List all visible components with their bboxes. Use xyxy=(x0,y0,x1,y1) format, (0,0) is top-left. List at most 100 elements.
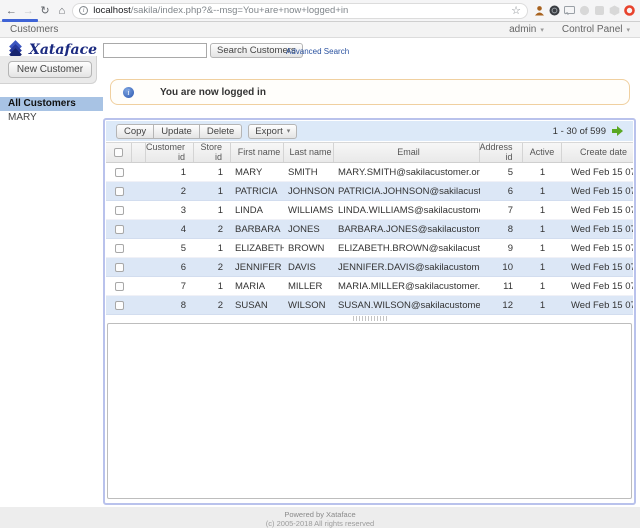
column-header-create-date[interactable]: Create date xyxy=(562,143,633,162)
cell-last-name: MILLER xyxy=(284,281,334,292)
table-row[interactable]: 8 2 SUSAN WILSON SUSAN.WILSON@sakilacust… xyxy=(106,296,633,315)
cell-create-date: Wed Feb 15 07:0 xyxy=(562,224,633,235)
cell-active: 1 xyxy=(523,262,562,273)
column-header-customer-id[interactable]: Customer id xyxy=(146,143,194,162)
dark-globe-extension-icon[interactable] xyxy=(549,5,560,16)
next-page-arrow[interactable] xyxy=(612,126,623,136)
cell-customer-id: 8 xyxy=(146,300,194,311)
url-text: localhost/sakila/index.php?&--msg=You+ar… xyxy=(93,5,507,16)
row-actions-group: Copy Update Delete xyxy=(116,124,242,139)
column-header-active[interactable]: Active xyxy=(523,143,562,162)
result-list-panel: Copy Update Delete Export ▾ 1 - 30 of 599… xyxy=(103,118,636,505)
red-ring-extension-icon[interactable] xyxy=(624,5,635,16)
table-row[interactable]: 7 1 MARIA MILLER MARIA.MILLER@sakilacust… xyxy=(106,277,633,296)
admin-menu[interactable]: admin xyxy=(509,24,536,35)
page-title: Customers xyxy=(10,24,58,35)
cell-store-id: 1 xyxy=(194,167,231,178)
cell-store-id: 2 xyxy=(194,224,231,235)
cell-customer-id: 5 xyxy=(146,243,194,254)
cell-customer-id: 3 xyxy=(146,205,194,216)
control-panel-caret-icon[interactable]: ▾ xyxy=(626,26,630,34)
table-header: Customer id Store id First name Last nam… xyxy=(106,142,633,163)
footer-powered-by: Powered by Xataface xyxy=(0,510,640,519)
back-icon[interactable]: ← xyxy=(5,3,18,19)
bookmark-star-icon[interactable]: ☆ xyxy=(511,4,521,17)
cell-create-date: Wed Feb 15 07:0 xyxy=(562,262,633,273)
cell-store-id: 2 xyxy=(194,262,231,273)
export-label: Export xyxy=(255,126,282,137)
row-checkbox[interactable] xyxy=(115,301,124,310)
row-checkbox[interactable] xyxy=(115,187,124,196)
row-checkbox[interactable] xyxy=(115,225,124,234)
row-checkbox[interactable] xyxy=(115,206,124,215)
advanced-search-link[interactable]: Advanced Search xyxy=(286,47,349,56)
export-button[interactable]: Export ▾ xyxy=(248,124,297,139)
disabled-circle-extension-icon[interactable] xyxy=(579,5,590,16)
info-message: i You are now logged in xyxy=(110,79,630,105)
cell-address-id: 12 xyxy=(480,300,523,311)
row-checkbox[interactable] xyxy=(115,263,124,272)
cell-email: SUSAN.WILSON@sakilacustomer.org xyxy=(334,300,480,311)
cell-first-name: MARIA xyxy=(231,281,284,292)
cell-last-name: DAVIS xyxy=(284,262,334,273)
admin-caret-icon[interactable]: ▾ xyxy=(540,26,544,34)
cell-first-name: MARY xyxy=(231,167,284,178)
cell-address-id: 6 xyxy=(480,186,523,197)
table-row[interactable]: 3 1 LINDA WILLIAMS LINDA.WILLIAMS@sakila… xyxy=(106,201,633,220)
details-panel xyxy=(107,323,632,499)
select-all-checkbox[interactable] xyxy=(114,148,123,157)
cell-customer-id: 7 xyxy=(146,281,194,292)
cell-email: PATRICIA.JOHNSON@sakilacustomer.org xyxy=(334,186,480,197)
column-header-store-id[interactable]: Store id xyxy=(194,143,231,162)
cell-active: 1 xyxy=(523,186,562,197)
reload-icon[interactable]: ↻ xyxy=(39,3,52,19)
cell-store-id: 1 xyxy=(194,281,231,292)
cell-store-id: 1 xyxy=(194,205,231,216)
control-panel-menu[interactable]: Control Panel xyxy=(562,24,623,35)
cell-email: MARY.SMITH@sakilacustomer.org xyxy=(334,167,480,178)
table-row[interactable]: 4 2 BARBARA JONES BARBARA.JONES@sakilacu… xyxy=(106,220,633,239)
cell-customer-id: 6 xyxy=(146,262,194,273)
disabled-square-extension-icon[interactable] xyxy=(594,5,605,16)
column-header-email[interactable]: Email xyxy=(334,143,480,162)
table-row[interactable]: 5 1 ELIZABETH BROWN ELIZABETH.BROWN@saki… xyxy=(106,239,633,258)
new-customer-button[interactable]: New Customer xyxy=(8,61,92,78)
table-row[interactable]: 2 1 PATRICIA JOHNSON PATRICIA.JOHNSON@sa… xyxy=(106,182,633,201)
sidebar-item-mary[interactable]: MARY xyxy=(0,111,103,125)
cell-email: MARIA.MILLER@sakilacustomer.org xyxy=(334,281,480,292)
sidebar-item-all-customers[interactable]: All Customers xyxy=(0,97,103,111)
cell-active: 1 xyxy=(523,281,562,292)
row-checkbox[interactable] xyxy=(115,244,124,253)
update-button[interactable]: Update xyxy=(153,124,200,139)
export-caret-icon: ▾ xyxy=(287,127,291,135)
search-input[interactable] xyxy=(103,43,207,58)
row-checkbox[interactable] xyxy=(115,282,124,291)
forward-icon[interactable]: → xyxy=(22,3,35,19)
row-checkbox[interactable] xyxy=(115,168,124,177)
sidebar: All Customers MARY xyxy=(0,97,103,125)
cell-customer-id: 1 xyxy=(146,167,194,178)
url-bar[interactable]: i localhost/sakila/index.php?&--msg=You+… xyxy=(72,3,528,19)
result-range: 1 - 30 of 599 xyxy=(553,126,606,137)
table-row[interactable]: 6 2 JENNIFER DAVIS JENNIFER.DAVIS@sakila… xyxy=(106,258,633,277)
cell-last-name: SMITH xyxy=(284,167,334,178)
cell-address-id: 10 xyxy=(480,262,523,273)
disabled-hexagon-extension-icon[interactable] xyxy=(609,5,620,16)
table-row[interactable]: 1 1 MARY SMITH MARY.SMITH@sakilacustomer… xyxy=(106,163,633,182)
copy-button[interactable]: Copy xyxy=(116,124,154,139)
column-header-first-name[interactable]: First name xyxy=(231,143,284,162)
site-info-icon[interactable]: i xyxy=(79,6,88,15)
cell-last-name: BROWN xyxy=(284,243,334,254)
home-icon[interactable]: ⌂ xyxy=(55,3,68,19)
cast-extension-icon[interactable] xyxy=(564,5,575,16)
cell-create-date: Wed Feb 15 07:0 xyxy=(562,186,633,197)
footer-copyright: (c) 2005-2018 All rights reserved xyxy=(0,519,640,528)
cell-create-date: Wed Feb 15 07:0 xyxy=(562,205,633,216)
resize-handle[interactable] xyxy=(353,316,387,321)
cell-active: 1 xyxy=(523,243,562,254)
column-header-address-id[interactable]: Address id xyxy=(480,143,523,162)
cell-first-name: ELIZABETH xyxy=(231,243,284,254)
delete-button[interactable]: Delete xyxy=(199,124,242,139)
column-header-last-name[interactable]: Last name xyxy=(284,143,334,162)
profile-extension-icon[interactable] xyxy=(534,5,545,16)
